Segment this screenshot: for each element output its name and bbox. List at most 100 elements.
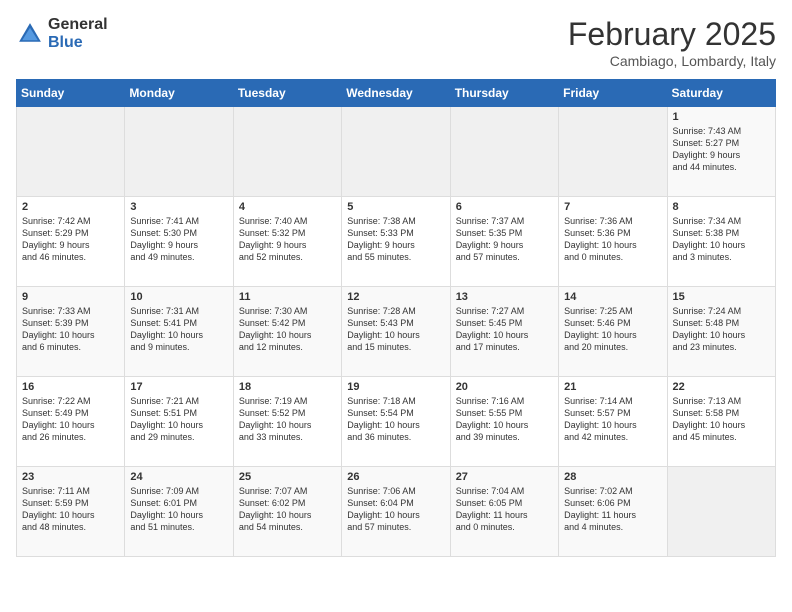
calendar-title-block: February 2025 Cambiago, Lombardy, Italy (568, 16, 776, 69)
calendar-cell: 25Sunrise: 7:07 AM Sunset: 6:02 PM Dayli… (233, 467, 341, 557)
calendar-week-row: 16 Sunrise: 7:22 AM Sunset: 5:49 PM Dayli… (17, 377, 776, 467)
col-header-monday: Monday (125, 80, 233, 107)
day-info: Sunrise: 7:09 AM Sunset: 6:01 PM Dayligh… (130, 485, 227, 534)
day-number: 3 (130, 201, 227, 213)
logo-blue: Blue (48, 34, 83, 51)
day-number: 11 (239, 291, 336, 303)
calendar-cell: 19 Sunrise: 7:18 AM Sunset: 5:54 PM Dayli… (342, 377, 450, 467)
day-info: Sunrise: 7:11 AM Sunset: 5:59 PM Dayligh… (22, 485, 119, 534)
col-header-sunday: Sunday (17, 80, 125, 107)
day-info: Sunrise: 7:13 AM Sunset: 5:58 PM Dayligh… (673, 395, 770, 444)
day-number: 26 (347, 471, 444, 483)
calendar-week-row: 9 Sunrise: 7:33 AM Sunset: 5:39 PM Daylig… (17, 287, 776, 377)
day-number: 2 (22, 201, 119, 213)
calendar-cell: 26 Sunrise: 7:06 AM Sunset: 6:04 PM Dayli… (342, 467, 450, 557)
calendar-cell: 9 Sunrise: 7:33 AM Sunset: 5:39 PM Daylig… (17, 287, 125, 377)
day-number: 13 (456, 291, 553, 303)
day-info: Sunrise: 7:06 AM Sunset: 6:04 PM Dayligh… (347, 485, 444, 534)
calendar-cell: 16 Sunrise: 7:22 AM Sunset: 5:49 PM Dayli… (17, 377, 125, 467)
day-number: 16 (22, 381, 119, 393)
day-info: Sunrise: 7:16 AM Sunset: 5:55 PM Dayligh… (456, 395, 553, 444)
day-info: Sunrise: 7:37 AM Sunset: 5:35 PM Dayligh… (456, 215, 553, 264)
day-info: Sunrise: 7:25 AM Sunset: 5:46 PM Dayligh… (564, 305, 661, 354)
day-info: Sunrise: 7:33 AM Sunset: 5:39 PM Dayligh… (22, 305, 119, 354)
day-info: Sunrise: 7:18 AM Sunset: 5:54 PM Dayligh… (347, 395, 444, 444)
calendar-cell: 5 Sunrise: 7:38 AM Sunset: 5:33 PM Daylig… (342, 197, 450, 287)
day-number: 22 (673, 381, 770, 393)
calendar-cell: 2 Sunrise: 7:42 AM Sunset: 5:29 PM Daylig… (17, 197, 125, 287)
calendar-cell: 8 Sunrise: 7:34 AM Sunset: 5:38 PM Daylig… (667, 197, 775, 287)
day-info: Sunrise: 7:42 AM Sunset: 5:29 PM Dayligh… (22, 215, 119, 264)
day-number: 4 (239, 201, 336, 213)
calendar-cell: 12 Sunrise: 7:28 AM Sunset: 5:43 PM Dayli… (342, 287, 450, 377)
day-number: 18 (239, 381, 336, 393)
col-header-friday: Friday (559, 80, 667, 107)
calendar-cell (125, 107, 233, 197)
calendar-week-row: 1 Sunrise: 7:43 AM Sunset: 5:27 PM Daylig… (17, 107, 776, 197)
calendar-header-row: SundayMondayTuesdayWednesdayThursdayFrid… (17, 80, 776, 107)
day-info: Sunrise: 7:28 AM Sunset: 5:43 PM Dayligh… (347, 305, 444, 354)
day-number: 10 (130, 291, 227, 303)
calendar-table: SundayMondayTuesdayWednesdayThursdayFrid… (16, 79, 776, 557)
day-info: Sunrise: 7:31 AM Sunset: 5:41 PM Dayligh… (130, 305, 227, 354)
day-info: Sunrise: 7:04 AM Sunset: 6:05 PM Dayligh… (456, 485, 553, 534)
calendar-cell (342, 107, 450, 197)
day-number: 21 (564, 381, 661, 393)
day-number: 24 (130, 471, 227, 483)
day-info: Sunrise: 7:38 AM Sunset: 5:33 PM Dayligh… (347, 215, 444, 264)
day-number: 7 (564, 201, 661, 213)
calendar-cell: 11 Sunrise: 7:30 AM Sunset: 5:42 PM Dayli… (233, 287, 341, 377)
calendar-cell: 10 Sunrise: 7:31 AM Sunset: 5:41 PM Dayli… (125, 287, 233, 377)
col-header-wednesday: Wednesday (342, 80, 450, 107)
day-number: 20 (456, 381, 553, 393)
day-info: Sunrise: 7:30 AM Sunset: 5:42 PM Dayligh… (239, 305, 336, 354)
day-number: 6 (456, 201, 553, 213)
calendar-cell: 28 Sunrise: 7:02 AM Sunset: 6:06 PM Dayli… (559, 467, 667, 557)
col-header-tuesday: Tuesday (233, 80, 341, 107)
calendar-cell (450, 107, 558, 197)
month-year-title: February 2025 (568, 16, 776, 53)
page-header: General Blue February 2025 Cambiago, Lom… (16, 16, 776, 69)
day-info: Sunrise: 7:43 AM Sunset: 5:27 PM Dayligh… (673, 125, 770, 174)
calendar-cell (17, 107, 125, 197)
day-info: Sunrise: 7:36 AM Sunset: 5:36 PM Dayligh… (564, 215, 661, 264)
day-number: 1 (673, 111, 770, 123)
day-number: 5 (347, 201, 444, 213)
col-header-saturday: Saturday (667, 80, 775, 107)
location-subtitle: Cambiago, Lombardy, Italy (568, 53, 776, 69)
calendar-cell: 1 Sunrise: 7:43 AM Sunset: 5:27 PM Daylig… (667, 107, 775, 197)
day-number: 17 (130, 381, 227, 393)
day-number: 15 (673, 291, 770, 303)
day-number: 28 (564, 471, 661, 483)
calendar-cell: 3 Sunrise: 7:41 AM Sunset: 5:30 PM Daylig… (125, 197, 233, 287)
day-info: Sunrise: 7:41 AM Sunset: 5:30 PM Dayligh… (130, 215, 227, 264)
calendar-cell: 15Sunrise: 7:24 AM Sunset: 5:48 PM Dayli… (667, 287, 775, 377)
day-info: Sunrise: 7:40 AM Sunset: 5:32 PM Dayligh… (239, 215, 336, 264)
calendar-cell (667, 467, 775, 557)
day-info: Sunrise: 7:34 AM Sunset: 5:38 PM Dayligh… (673, 215, 770, 264)
day-number: 14 (564, 291, 661, 303)
day-number: 19 (347, 381, 444, 393)
day-info: Sunrise: 7:22 AM Sunset: 5:49 PM Dayligh… (22, 395, 119, 444)
day-info: Sunrise: 7:14 AM Sunset: 5:57 PM Dayligh… (564, 395, 661, 444)
calendar-cell: 17 Sunrise: 7:21 AM Sunset: 5:51 PM Dayli… (125, 377, 233, 467)
calendar-cell: 4 Sunrise: 7:40 AM Sunset: 5:32 PM Daylig… (233, 197, 341, 287)
logo-general: General (48, 16, 108, 33)
calendar-week-row: 23Sunrise: 7:11 AM Sunset: 5:59 PM Dayli… (17, 467, 776, 557)
day-info: Sunrise: 7:21 AM Sunset: 5:51 PM Dayligh… (130, 395, 227, 444)
day-number: 25 (239, 471, 336, 483)
calendar-cell: 24 Sunrise: 7:09 AM Sunset: 6:01 PM Dayli… (125, 467, 233, 557)
calendar-cell: 7 Sunrise: 7:36 AM Sunset: 5:36 PM Daylig… (559, 197, 667, 287)
day-number: 27 (456, 471, 553, 483)
calendar-cell: 14 Sunrise: 7:25 AM Sunset: 5:46 PM Dayli… (559, 287, 667, 377)
day-info: Sunrise: 7:02 AM Sunset: 6:06 PM Dayligh… (564, 485, 661, 534)
day-number: 9 (22, 291, 119, 303)
day-number: 12 (347, 291, 444, 303)
calendar-cell: 20 Sunrise: 7:16 AM Sunset: 5:55 PM Dayli… (450, 377, 558, 467)
calendar-cell: 23Sunrise: 7:11 AM Sunset: 5:59 PM Dayli… (17, 467, 125, 557)
day-number: 8 (673, 201, 770, 213)
logo: General Blue (16, 16, 108, 51)
calendar-cell: 21 Sunrise: 7:14 AM Sunset: 5:57 PM Dayli… (559, 377, 667, 467)
generalblue-logo-icon (16, 20, 44, 48)
calendar-cell: 18Sunrise: 7:19 AM Sunset: 5:52 PM Dayli… (233, 377, 341, 467)
